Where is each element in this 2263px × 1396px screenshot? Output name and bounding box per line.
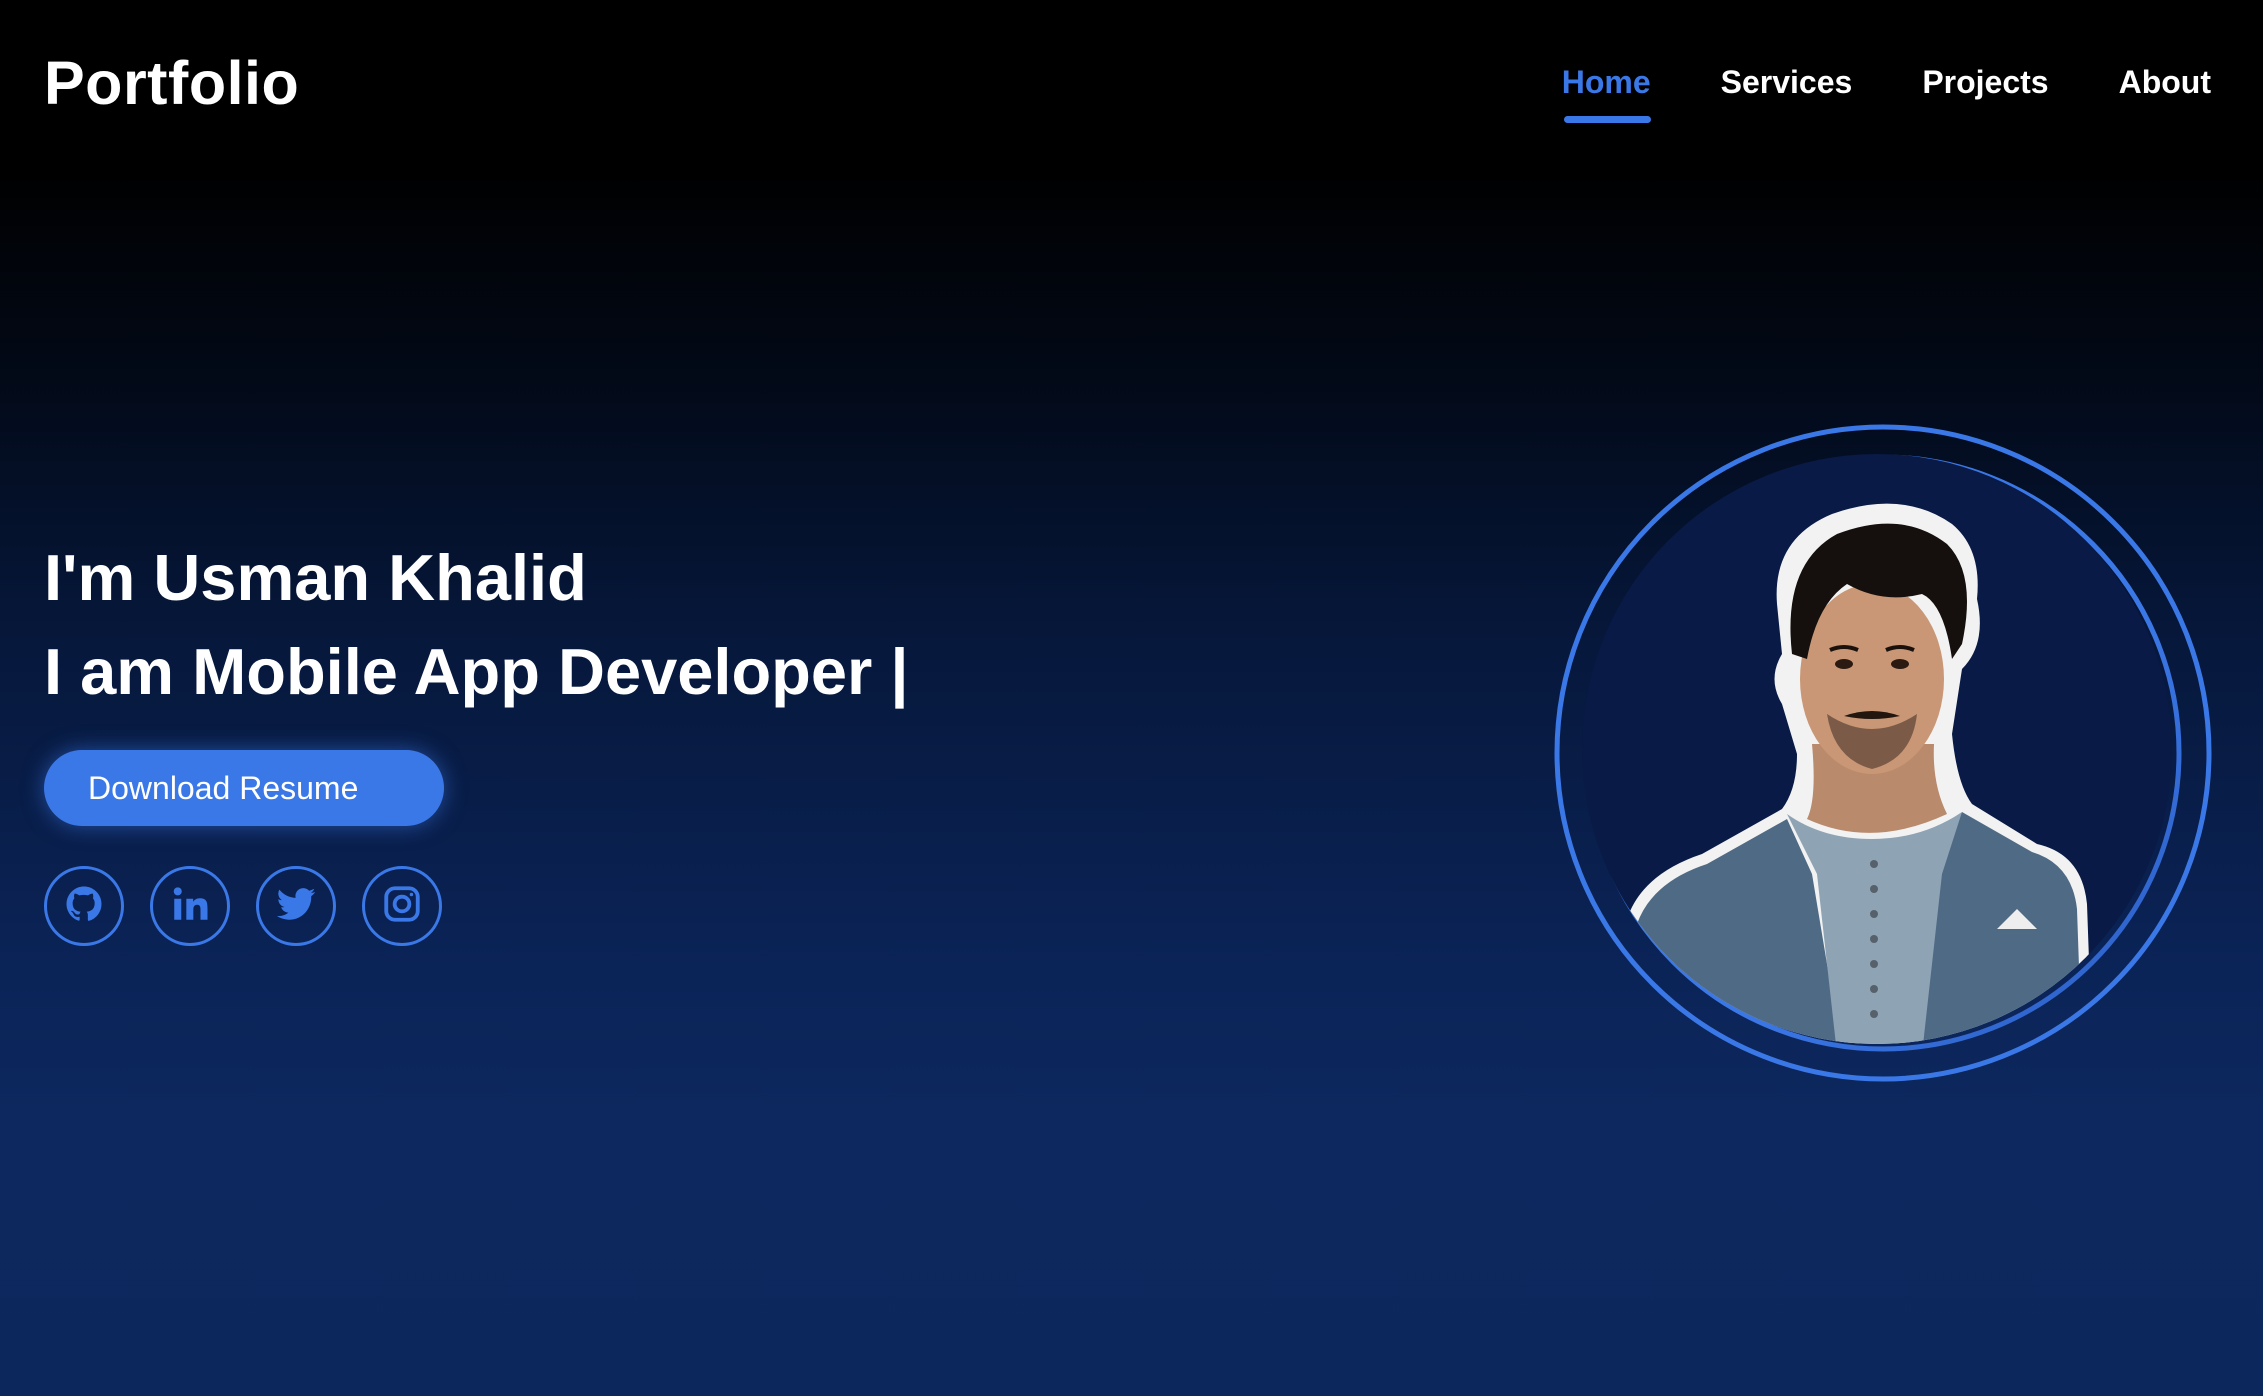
nav-services[interactable]: Services [1721,64,1853,101]
main-nav: Home Services Projects About [1562,64,2211,123]
instagram-icon [381,883,423,930]
hero-name: I'm Usman Khalid [44,541,587,614]
site-logo[interactable]: Portfolio [44,48,299,118]
profile-photo [1582,454,2172,1044]
social-links [44,866,442,946]
nav-about[interactable]: About [2119,64,2211,101]
github-icon [63,883,105,930]
hero-role: I am Mobile App Developer | [44,635,909,708]
instagram-link[interactable] [362,866,442,946]
linkedin-link[interactable] [150,866,230,946]
download-resume-button[interactable]: Download Resume [44,750,444,826]
profile-avatar [1548,418,2218,1088]
hero-intro: I'm Usman Khalid I am Mobile App Develop… [44,540,909,710]
nav-home[interactable]: Home [1562,64,1651,123]
linkedin-icon [169,883,211,930]
twitter-icon [275,883,317,930]
github-link[interactable] [44,866,124,946]
twitter-link[interactable] [256,866,336,946]
site-header: Portfolio Home Services Projects About [0,0,2263,170]
nav-projects[interactable]: Projects [1922,64,2048,101]
